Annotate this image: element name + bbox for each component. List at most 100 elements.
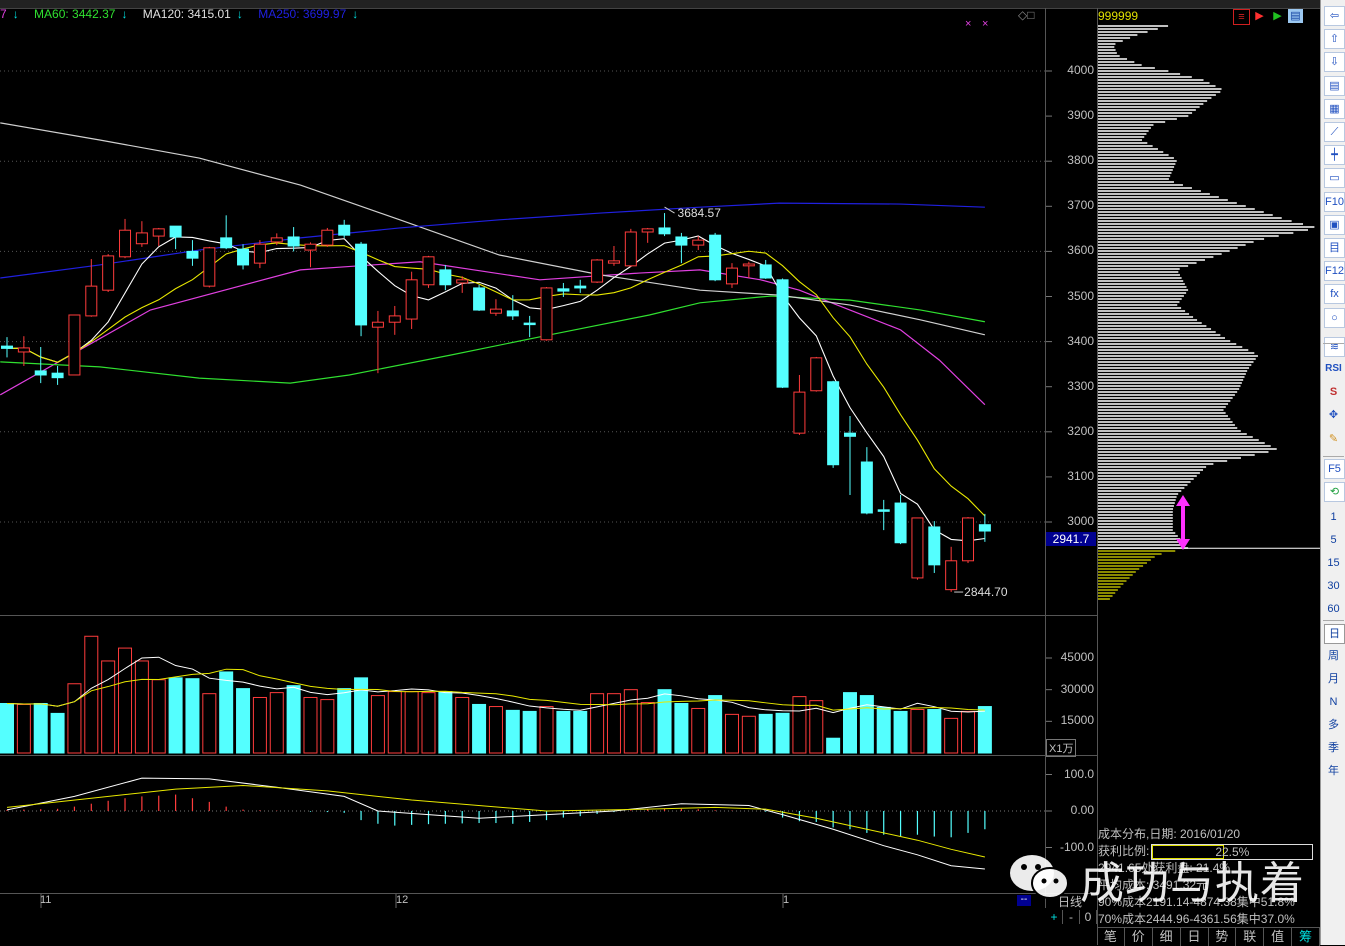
period-11[interactable]: 年 [1324,762,1343,780]
s-indicator-icon[interactable]: S [1324,383,1343,401]
candle-up[interactable] [793,391,806,434]
zoom-out-button[interactable]: - [1063,910,1080,924]
chip-list-icon[interactable]: ≡ [1233,9,1250,25]
candle-down[interactable] [355,243,368,326]
candle-up[interactable] [102,255,115,291]
period-0[interactable]: 1 [1324,508,1343,526]
candle-up[interactable] [371,321,384,328]
candle-up[interactable] [388,315,401,323]
candle-up[interactable] [304,243,317,251]
period-6[interactable]: 周 [1324,647,1343,665]
line-chart-icon[interactable]: ⟋ [1324,122,1345,142]
candle-up[interactable] [607,260,620,264]
candle-down[interactable] [658,227,671,235]
candle-down[interactable] [827,381,840,466]
chart-canvas[interactable]: 3684.57 2844.70 [0,0,1320,945]
candle-up[interactable] [270,237,283,243]
candle-up[interactable] [203,247,216,287]
candle-up[interactable] [641,228,654,233]
tab-2[interactable]: 细 [1153,928,1181,946]
candle-up[interactable] [742,263,755,267]
period-1[interactable]: 5 [1324,531,1343,549]
candle-down[interactable] [894,502,907,544]
dash-button[interactable]: -- [1017,895,1031,906]
tab-0[interactable]: 笔 [1097,928,1125,946]
restore-icon[interactable]: □ [1027,8,1034,22]
candle-up[interactable] [591,259,604,283]
candle-down[interactable] [439,269,452,286]
candle-down[interactable] [928,526,941,566]
candle-up[interactable] [624,231,637,267]
candle-down[interactable] [709,234,722,281]
candle-down[interactable] [473,287,486,311]
pencil-icon[interactable]: ✎ [1324,430,1343,448]
candle-up[interactable] [17,347,30,353]
candle-up[interactable] [911,517,924,579]
chip-settings-icon[interactable]: ▤ [1288,9,1303,23]
candle-down[interactable] [523,322,536,326]
f5-icon[interactable]: F5 [1324,458,1345,479]
wave-icon[interactable]: ≋ [1324,336,1345,357]
candle-down[interactable] [169,225,182,238]
period-3[interactable]: 30 [1324,577,1343,595]
candle-down[interactable] [237,248,250,266]
tab-6[interactable]: 值 [1264,928,1293,946]
report-check-icon[interactable]: ▤ [1324,75,1345,96]
tab-3[interactable]: 日 [1181,928,1209,946]
period-10[interactable]: 季 [1324,739,1343,757]
candle-up[interactable] [152,228,165,237]
candle-up[interactable] [456,279,469,284]
candle-down[interactable] [34,370,47,376]
window-controls[interactable]: ◇□ [1018,8,1034,22]
candle-down[interactable] [776,279,789,388]
candle-down[interactable] [860,461,873,514]
candle-up[interactable] [489,308,502,314]
formula-icon[interactable]: fx [1324,284,1345,305]
candle-up[interactable] [135,232,148,245]
candle-down[interactable] [287,236,300,247]
tab-4[interactable]: 势 [1209,928,1237,946]
candle-up[interactable] [962,517,975,562]
candle-up[interactable] [725,267,738,285]
rsi-icon[interactable]: RSI [1324,360,1343,378]
candle-up[interactable] [540,287,553,341]
candle-down[interactable] [557,288,570,292]
candle-up[interactable] [692,239,705,246]
period-7[interactable]: 月 [1324,670,1343,688]
candle-down[interactable] [186,250,199,259]
back-arrow-icon[interactable]: ⇦ [1324,6,1345,26]
down-arrow-icon[interactable]: ⇩ [1324,52,1345,73]
candle-down[interactable] [506,310,519,317]
diamond-icon[interactable]: ◇ [1018,8,1027,22]
candle-down[interactable] [877,509,890,512]
zoom-in-button[interactable]: + [1046,910,1063,924]
candle-up[interactable] [253,243,266,264]
tab-5[interactable]: 联 [1236,928,1265,946]
period-4[interactable]: 60 [1324,600,1343,618]
green-flag-arrow-icon[interactable]: ▶ [1270,9,1285,23]
candle-down[interactable] [220,237,233,249]
circle-icon[interactable]: ○ [1324,307,1345,328]
candle-up[interactable] [422,256,435,286]
candle-up[interactable] [405,279,418,320]
period-5[interactable]: 日 [1324,624,1345,644]
candle-down[interactable] [844,432,856,437]
grid-table-icon[interactable]: ▦ [1324,98,1345,119]
zoom-reset-button[interactable]: 0 [1080,910,1097,924]
candlestick-icon[interactable]: ┿ [1324,145,1345,166]
f12-icon[interactable]: F12 [1324,261,1345,282]
move-cross-icon[interactable]: ✥ [1324,406,1343,424]
tab-7[interactable]: 筹 [1292,928,1320,946]
candle-up[interactable] [119,229,132,258]
candle-down[interactable] [51,372,64,379]
candle-down[interactable] [675,236,688,246]
candle-down[interactable] [338,224,351,236]
candle-up[interactable] [321,229,334,246]
candle-up[interactable] [68,314,81,376]
up-arrow-icon[interactable]: ⇧ [1324,29,1345,50]
tab-1[interactable]: 价 [1125,928,1153,946]
refresh-icon[interactable]: ⟲ [1324,482,1345,502]
red-flag-arrow-icon[interactable]: ▶ [1252,9,1267,23]
tree-icon[interactable]: ▣ [1324,214,1345,235]
candle-down[interactable] [1,345,13,349]
